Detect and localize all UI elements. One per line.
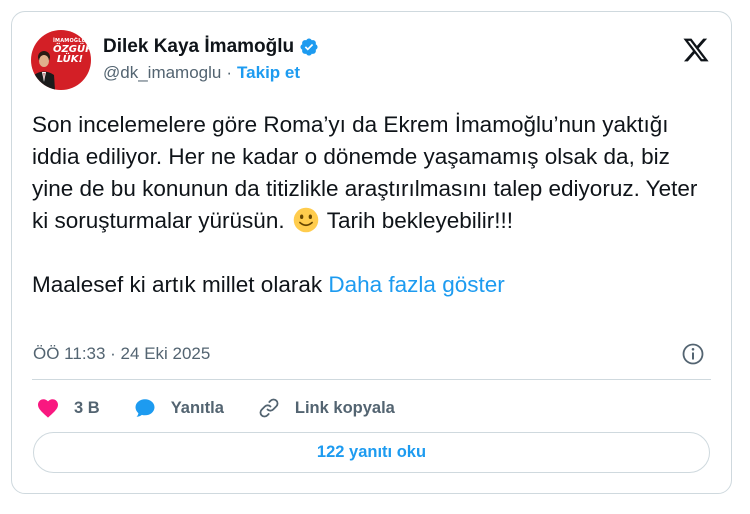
like-button[interactable]: 3 B [36,396,100,420]
copy-link-button[interactable]: Link kopyala [257,396,395,420]
tweet-paragraph-2-text: Maalesef ki artık millet olarak [32,272,323,297]
tweet-actions: 3 B Yanıtla Link kopyala [36,394,428,422]
read-replies-button[interactable]: 122 yanıtı oku [33,432,710,473]
show-more-link[interactable]: Daha fazla göster [328,272,504,297]
author-name-row: Dilek Kaya İmamoğlu [103,36,319,58]
slightly-smiling-face-icon [293,207,319,233]
link-icon [259,398,279,418]
reply-button[interactable]: Yanıtla [133,396,224,420]
avatar-slogan: İMAMOĞLU'NA ÖZGÜR- LÜK! [53,38,91,65]
verified-badge-icon [300,38,318,56]
like-count: 3 B [74,398,100,417]
tweet-card: İMAMOĞLU'NA ÖZGÜR- LÜK! Dilek Kaya İmamo… [11,11,732,494]
tweet-timestamp[interactable]: ÖÖ 11:33 · 24 Eki 2025 [33,344,210,364]
separator-dot: · [226,63,233,82]
read-replies-label: 122 yanıtı oku [316,443,427,461]
info-icon[interactable] [681,342,705,366]
tweet-text: Son incelemelere göre Roma’yı da Ekrem İ… [32,109,712,301]
heart-icon [38,399,58,418]
tweet-paragraph-1: Son incelemelere göre Roma’yı da Ekrem İ… [32,109,712,237]
x-logo-icon[interactable] [682,36,710,64]
tweet-meta-row: ÖÖ 11:33 · 24 Eki 2025 [33,342,711,368]
divider [32,379,711,380]
reply-label: Yanıtla [170,398,224,417]
copy-link-label: Link kopyala [294,398,395,417]
tweet-paragraph-1-end: Tarih bekleyebilir!!! [326,208,514,233]
tweet-header: İMAMOĞLU'NA ÖZGÜR- LÜK! Dilek Kaya İmamo… [31,30,712,90]
speech-bubble-icon [135,399,155,417]
tweet-paragraph-2: Maalesef ki artık millet olarak Daha faz… [32,269,712,301]
author-display-name[interactable]: Dilek Kaya İmamoğlu [103,36,294,58]
avatar[interactable]: İMAMOĞLU'NA ÖZGÜR- LÜK! [31,30,91,90]
author-handle[interactable]: @dk_imamoglu [103,63,221,83]
author-handle-row: @dk_imamoglu · Takip et [103,63,300,83]
follow-button[interactable]: Takip et [237,63,300,83]
